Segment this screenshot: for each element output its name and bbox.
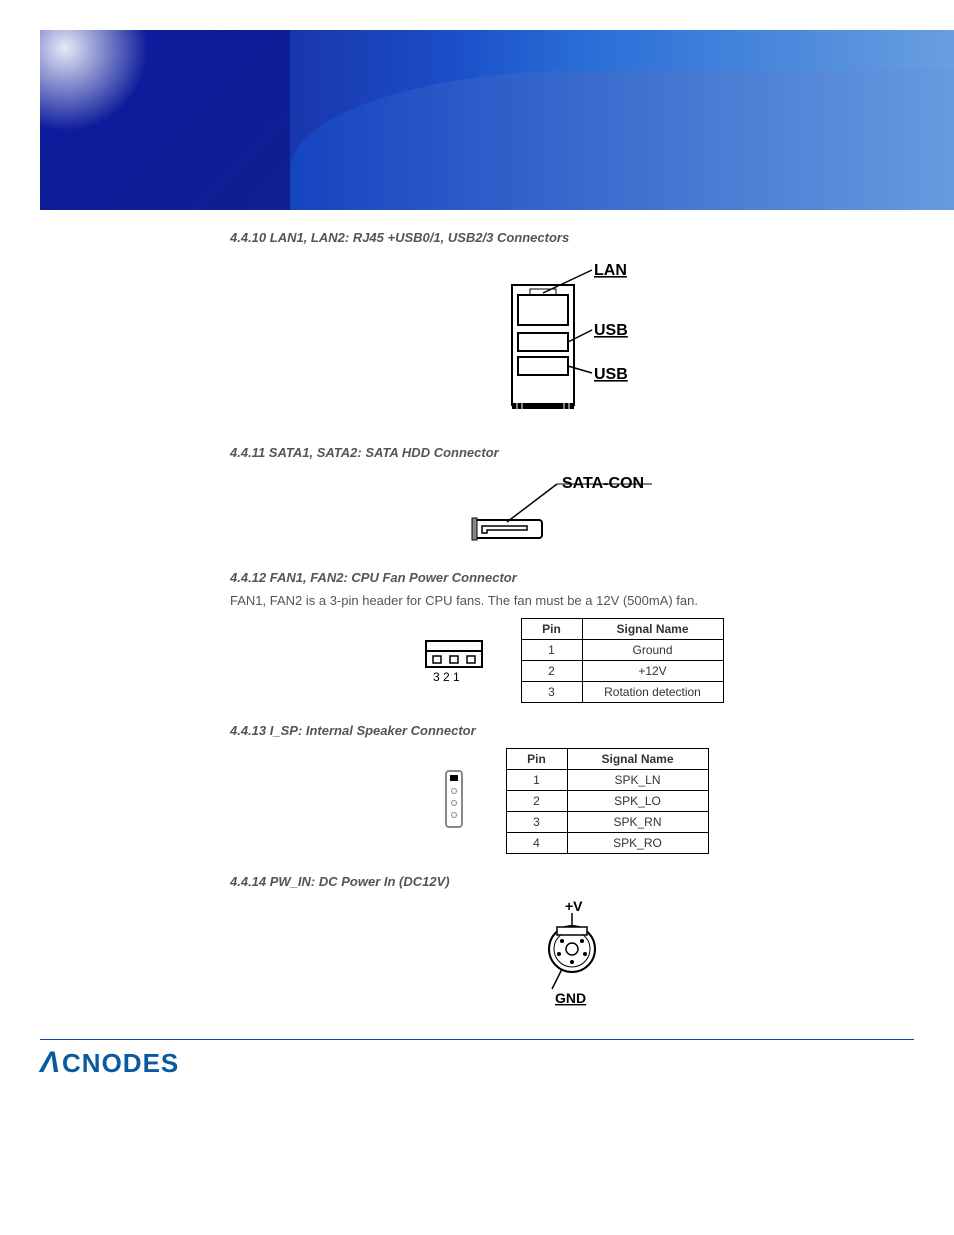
section-title-4-4-11: 4.4.11 SATA1, SATA2: SATA HDD Connector	[230, 445, 914, 460]
table-row: 4SPK_RO	[506, 833, 708, 854]
sata-diagram: SATA-CON	[230, 470, 914, 550]
th-pin: Pin	[506, 749, 567, 770]
fan-pin-table: Pin Signal Name 1Ground 2+12V 3Rotation …	[521, 618, 724, 703]
th-signal: Signal Name	[582, 619, 723, 640]
lan-usb-svg: LAN USB USB	[482, 255, 662, 425]
page-footer: ΛCNODES	[40, 1039, 914, 1080]
section-title-4-4-13: 4.4.13 I_SP: Internal Speaker Connector	[230, 723, 914, 738]
section-title-4-4-10: 4.4.10 LAN1, LAN2: RJ45 +USB0/1, USB2/3 …	[230, 230, 914, 245]
table-row: 2+12V	[521, 661, 723, 682]
fan-description: FAN1, FAN2 is a 3-pin header for CPU fan…	[230, 593, 914, 608]
fan-header-svg: 3 2 1	[421, 631, 491, 691]
section-title-4-4-14: 4.4.14 PW_IN: DC Power In (DC12V)	[230, 874, 914, 889]
fan-row: 3 2 1 Pin Signal Name 1Ground 2+12V 3Rot…	[230, 618, 914, 703]
th-pin: Pin	[521, 619, 582, 640]
lan-label: LAN	[594, 262, 627, 279]
main-content: 4.4.10 LAN1, LAN2: RJ45 +USB0/1, USB2/3 …	[230, 230, 914, 1009]
logo-text: CNODES	[62, 1048, 179, 1079]
lan-usb-diagram: LAN USB USB	[230, 255, 914, 425]
table-row: 1Ground	[521, 640, 723, 661]
fan-pin-numbers: 3 2 1	[433, 670, 460, 684]
th-signal: Signal Name	[567, 749, 708, 770]
sata-svg: SATA-CON	[462, 470, 682, 550]
gnd-label: GND	[555, 990, 586, 1006]
isp-header-svg	[436, 766, 476, 836]
footer-divider	[40, 1039, 914, 1040]
acnodes-logo: ΛCNODES	[40, 1046, 914, 1080]
table-row: 3Rotation detection	[521, 682, 723, 703]
logo-glyph: Λ	[40, 1046, 61, 1080]
power-diagram: +V GND	[230, 899, 914, 1009]
header-banner	[40, 30, 954, 210]
section-title-4-4-12: 4.4.12 FAN1, FAN2: CPU Fan Power Connect…	[230, 570, 914, 585]
table-row: 3SPK_RN	[506, 812, 708, 833]
usb-label-2: USB	[594, 366, 628, 383]
isp-row: Pin Signal Name 1SPK_LN 2SPK_LO 3SPK_RN …	[230, 748, 914, 854]
dc-power-svg: +V GND	[517, 899, 627, 1009]
usb-label-1: USB	[594, 322, 628, 339]
plus-v-label: +V	[565, 899, 583, 914]
isp-pin-table: Pin Signal Name 1SPK_LN 2SPK_LO 3SPK_RN …	[506, 748, 709, 854]
table-row: 1SPK_LN	[506, 770, 708, 791]
table-row: 2SPK_LO	[506, 791, 708, 812]
